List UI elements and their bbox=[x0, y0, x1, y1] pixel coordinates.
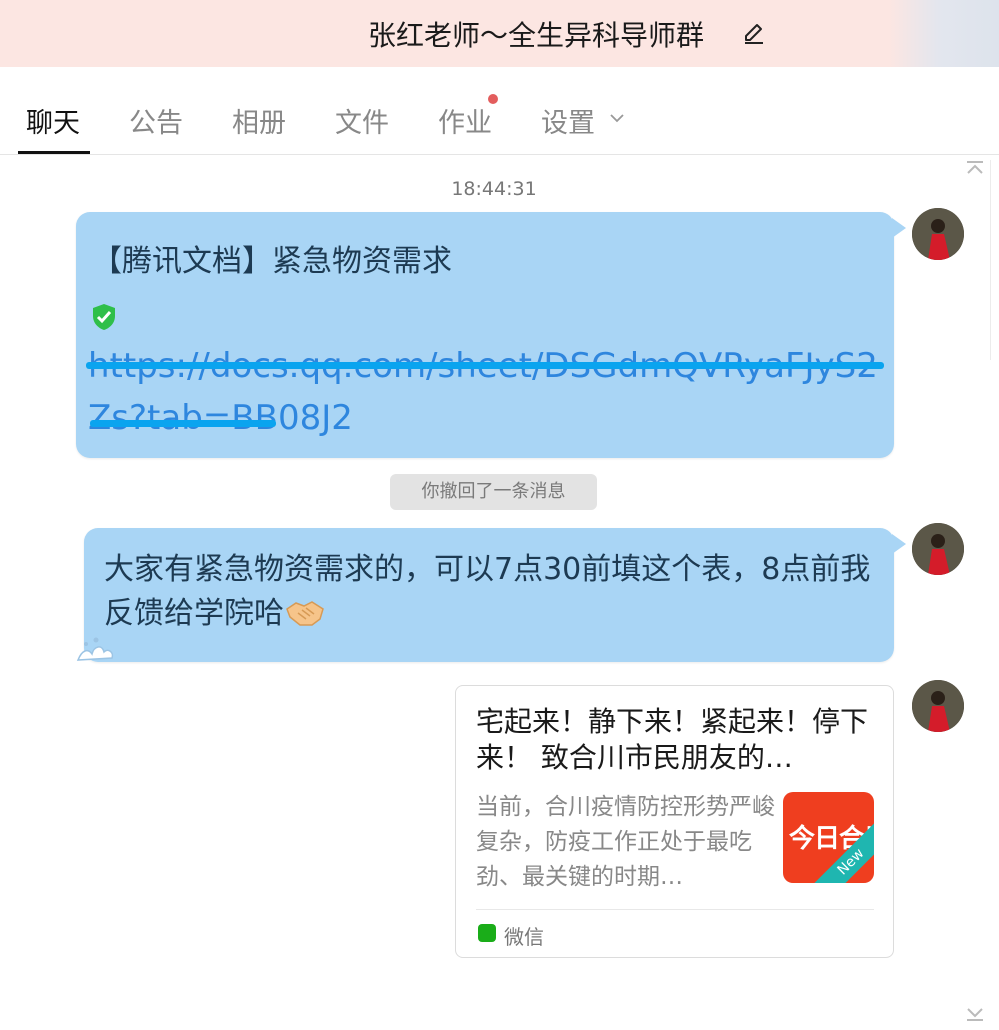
link-redaction-line bbox=[90, 420, 276, 427]
avatar-portrait-icon bbox=[912, 208, 964, 260]
avatar[interactable] bbox=[912, 523, 964, 575]
handshake-icon bbox=[286, 601, 324, 626]
card-divider bbox=[476, 909, 874, 910]
scroll-top-icon[interactable] bbox=[964, 160, 986, 176]
title-bar: 张红老师～全生异科导师群 bbox=[0, 0, 999, 67]
article-description: 当前，合川疫情防控形势严峻复杂，防疫工作正处于最吃劲、最关键的时期… bbox=[476, 794, 775, 890]
shield-check-icon bbox=[93, 304, 115, 330]
doc-heading: 【腾讯文档】紧急物资需求 bbox=[92, 244, 452, 279]
article-title: 宅起来！静下来！紧起来！停下来！ 致合川市民朋友的… bbox=[476, 705, 869, 774]
tab-settings[interactable]: 设置 bbox=[541, 101, 595, 140]
shared-article-card[interactable]: 宅起来！静下来！紧起来！停下来！ 致合川市民朋友的… 当前，合川疫情防控形势严峻… bbox=[455, 685, 894, 958]
avatar-portrait-icon bbox=[912, 523, 964, 575]
message-bubble-text[interactable]: 大家有紧急物资需求的，可以7点30前填这个表，8点前我反馈给学院哈 bbox=[76, 528, 906, 662]
title-bar-fade bbox=[889, 0, 999, 67]
tab-homework[interactable]: 作业 bbox=[438, 101, 492, 140]
avatar-portrait-icon bbox=[912, 680, 964, 732]
message-timestamp: 18:44:31 bbox=[451, 178, 537, 200]
doc-link[interactable]: https://docs.qq.com/sheet/DSGdmQVRyaFJyS… bbox=[88, 340, 888, 444]
chevron-down-icon[interactable] bbox=[609, 112, 625, 124]
active-tab-underline bbox=[18, 151, 90, 154]
homework-badge-dot bbox=[488, 94, 498, 104]
tab-bar: 聊天 公告 相册 文件 作业 设置 bbox=[0, 67, 999, 155]
message-text-content: 大家有紧急物资需求的，可以7点30前填这个表，8点前我反馈给学院哈 bbox=[104, 552, 871, 631]
bubble-tail bbox=[892, 534, 906, 554]
wechat-icon bbox=[478, 924, 496, 942]
recall-notice[interactable]: 你撤回了一条消息 bbox=[390, 474, 597, 510]
avatar[interactable] bbox=[912, 680, 964, 732]
tab-chat[interactable]: 聊天 bbox=[26, 101, 80, 140]
scrollbar[interactable] bbox=[990, 160, 991, 360]
link-redaction-line bbox=[86, 362, 884, 369]
group-title: 张红老师～全生异科导师群 bbox=[368, 19, 705, 52]
avatar[interactable] bbox=[912, 208, 964, 260]
tab-files[interactable]: 文件 bbox=[335, 101, 389, 140]
article-thumbnail: 今日合川 New bbox=[783, 792, 874, 883]
scroll-bottom-icon[interactable] bbox=[964, 1006, 986, 1022]
edit-icon[interactable] bbox=[741, 20, 767, 46]
wave-decoration-icon bbox=[76, 637, 114, 661]
bubble-tail bbox=[892, 218, 906, 238]
message-bubble-doc-link[interactable]: 【腾讯文档】紧急物资需求 https://docs.qq.com/sheet/D… bbox=[76, 212, 906, 458]
message-text: 大家有紧急物资需求的，可以7点30前填这个表，8点前我反馈给学院哈 bbox=[104, 548, 884, 636]
tab-album[interactable]: 相册 bbox=[232, 101, 286, 140]
tab-announcement[interactable]: 公告 bbox=[129, 101, 183, 140]
article-source: 微信 bbox=[504, 925, 544, 949]
